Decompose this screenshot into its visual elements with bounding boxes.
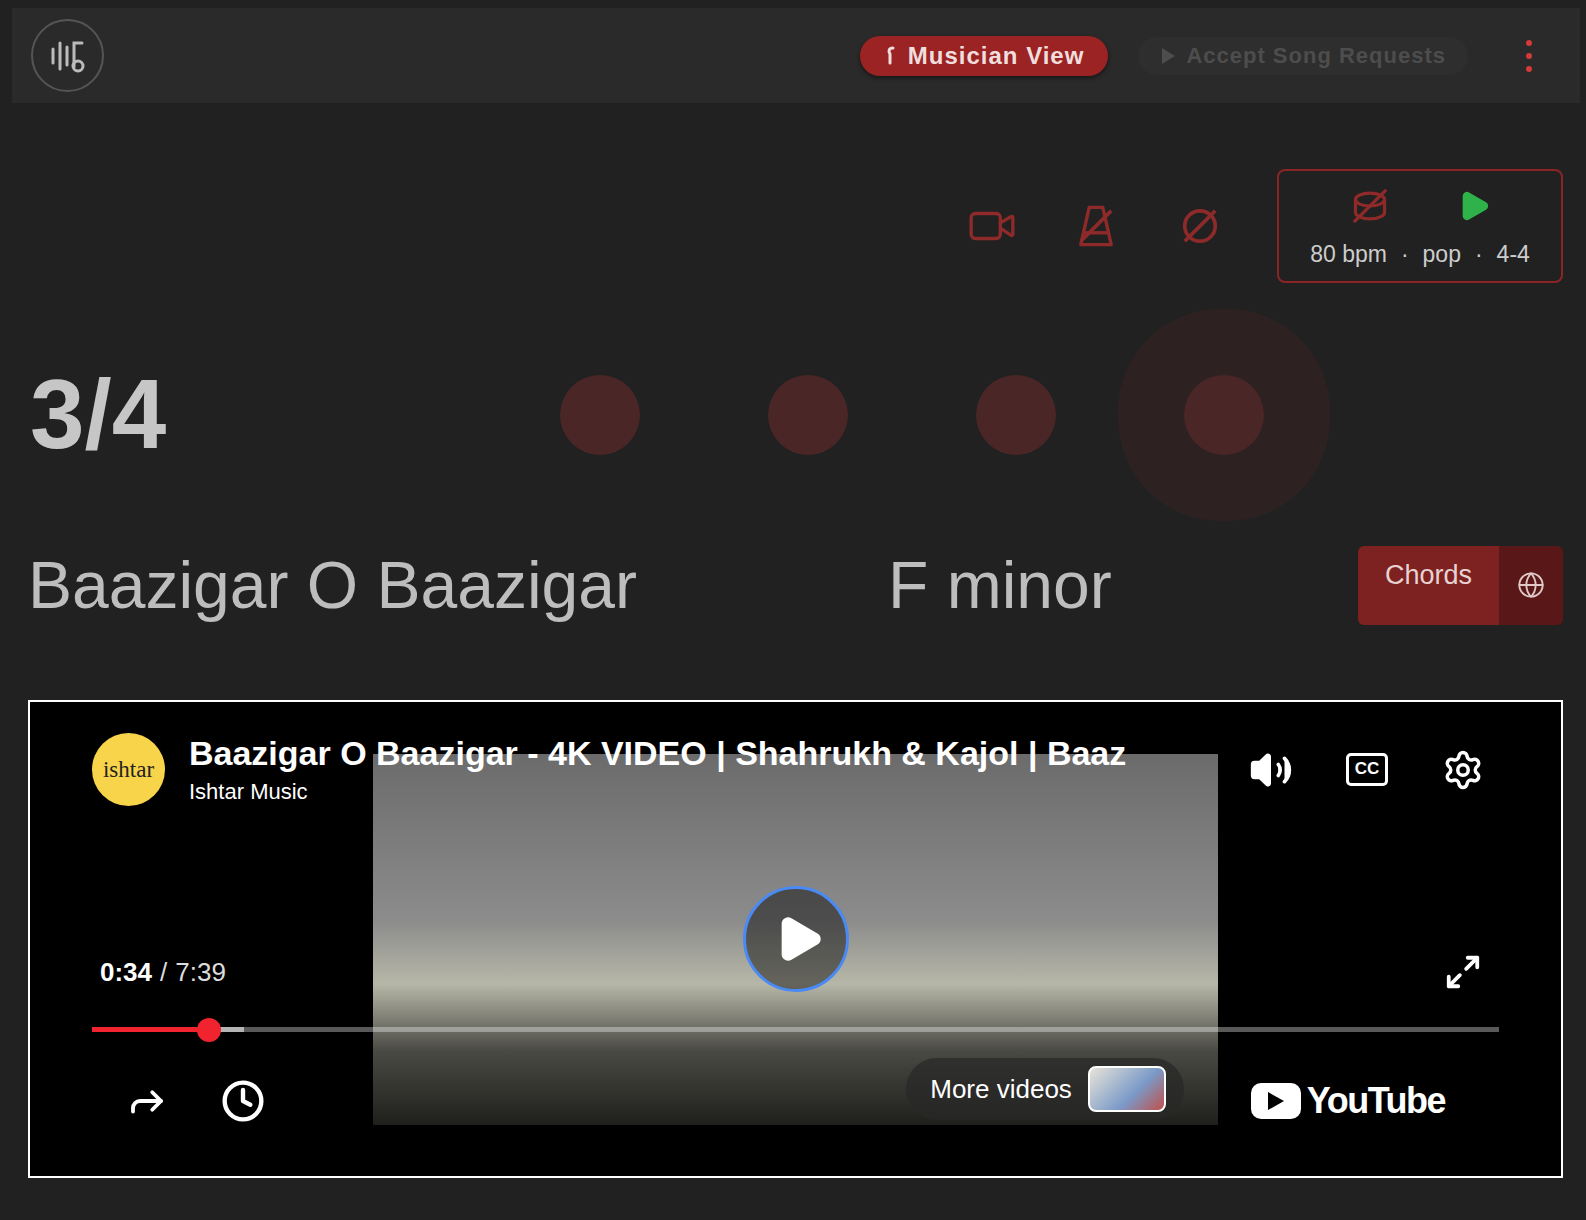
settings-button[interactable]: [1441, 748, 1485, 792]
volume-button[interactable]: [1249, 748, 1293, 792]
note-icon: [884, 45, 898, 67]
play-button[interactable]: [743, 886, 849, 992]
song-key: F minor: [888, 547, 1112, 623]
slash-toggle[interactable]: [1175, 201, 1225, 251]
style: pop: [1423, 241, 1461, 268]
video-title[interactable]: Baazigar O Baazigar - 4K VIDEO | Shahruk…: [189, 734, 1249, 773]
watch-later-button[interactable]: [221, 1079, 265, 1123]
channel-name[interactable]: Ishtar Music: [189, 779, 1249, 805]
backing-track-panel: 80 bpm·pop·4-4: [1277, 169, 1563, 283]
menu-button[interactable]: [1518, 36, 1540, 76]
clock-icon: [221, 1079, 265, 1123]
metronome-icon: [1074, 202, 1118, 250]
play-icon[interactable]: [1457, 189, 1491, 223]
youtube-logo[interactable]: YouTube: [1251, 1080, 1445, 1122]
beat-dot: [768, 375, 848, 455]
metronome-toggle[interactable]: [1071, 201, 1121, 251]
channel-avatar[interactable]: ishtar: [92, 733, 165, 806]
beat-row: 3/4: [0, 360, 1586, 470]
fullscreen-icon: [1444, 953, 1482, 991]
globe-button[interactable]: [1499, 546, 1563, 625]
logo-icon: [45, 33, 91, 79]
more-videos-button[interactable]: More videos: [906, 1058, 1184, 1120]
gear-icon: [1442, 749, 1484, 791]
video-toggle[interactable]: [967, 201, 1017, 251]
youtube-play-icon: [1267, 1091, 1285, 1111]
logo[interactable]: [31, 19, 104, 92]
beat-dot: [976, 375, 1056, 455]
time-signature: 3/4: [30, 361, 560, 469]
page: Musician View Accept Song Requests 80 bpm·…: [0, 0, 1586, 1220]
song-row: Baazigar O BaazigarF minor Chords: [0, 545, 1586, 625]
circle-slash-icon: [1178, 204, 1222, 248]
volume-icon: [1249, 748, 1293, 792]
beat-dot: [560, 375, 640, 455]
meter: 4-4: [1497, 241, 1530, 268]
play-icon: [1160, 47, 1176, 65]
captions-button[interactable]: CC: [1345, 748, 1389, 792]
video-frame: [373, 754, 1218, 1125]
video-player[interactable]: ishtar Baazigar O Baazigar - 4K VIDEO | S…: [28, 700, 1563, 1178]
beat-dot: [1184, 375, 1264, 455]
share-icon: [126, 1080, 168, 1122]
play-icon: [773, 913, 825, 965]
progress-thumb[interactable]: [197, 1018, 221, 1042]
globe-icon: [1517, 571, 1545, 599]
video-icon: [967, 201, 1017, 251]
tool-row: 80 bpm·pop·4-4: [0, 169, 1586, 283]
top-bar: Musician View Accept Song Requests: [12, 8, 1580, 103]
musician-view-button[interactable]: Musician View: [860, 36, 1109, 76]
drum-icon[interactable]: [1349, 185, 1391, 227]
cc-icon: CC: [1346, 753, 1389, 785]
video-thumbnail: [1088, 1066, 1166, 1112]
fullscreen-button[interactable]: [1441, 950, 1485, 994]
bpm: 80 bpm: [1310, 241, 1387, 268]
time-display: 0:34/7:39: [100, 957, 226, 988]
accept-song-requests-button[interactable]: Accept Song Requests: [1138, 37, 1468, 75]
progress-bar[interactable]: [92, 1027, 1499, 1032]
song-title: Baazigar O Baazigar: [28, 547, 888, 623]
chords-button[interactable]: Chords: [1358, 546, 1499, 625]
share-button[interactable]: [125, 1079, 169, 1123]
